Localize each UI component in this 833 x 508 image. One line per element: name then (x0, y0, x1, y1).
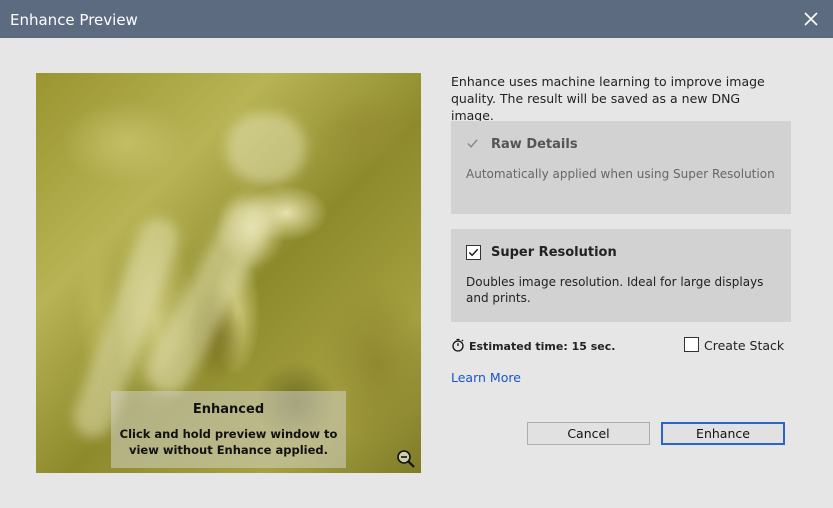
close-icon[interactable] (801, 9, 821, 29)
raw-details-text: Automatically applied when using Super R… (466, 167, 775, 181)
zoom-out-icon[interactable] (396, 449, 416, 469)
super-resolution-label[interactable]: Super Resolution (491, 245, 617, 260)
create-stack-checkbox[interactable] (684, 337, 699, 352)
preview-highlight (226, 113, 306, 183)
raw-details-label: Raw Details (491, 137, 578, 152)
window-title: Enhance Preview (10, 11, 138, 29)
super-resolution-panel: Super Resolution Doubles image resolutio… (451, 229, 791, 322)
super-resolution-text: Doubles image resolution. Ideal for larg… (466, 275, 764, 305)
overlay-title: Enhanced (192, 402, 265, 417)
enhance-button[interactable]: Enhance (661, 422, 785, 445)
raw-details-panel: Raw Details Automatically applied when u… (451, 121, 791, 214)
stopwatch-icon (452, 338, 464, 352)
create-stack-label[interactable]: Create Stack (704, 338, 784, 353)
overlay-text: Click and hold preview window to view wi… (119, 427, 338, 457)
estimated-time: Estimated time: 15 sec. (469, 340, 616, 353)
super-resolution-checkbox[interactable] (466, 245, 481, 260)
raw-details-checkbox (467, 139, 478, 148)
preview-overlay: Enhanced Click and hold preview window t… (111, 391, 346, 468)
preview-image[interactable]: Enhanced Click and hold preview window t… (36, 73, 421, 473)
enhance-description: Enhance uses machine learning to improve… (451, 74, 765, 123)
cancel-button[interactable]: Cancel (527, 422, 650, 445)
title-bar: Enhance Preview (0, 0, 833, 38)
learn-more-link[interactable]: Learn More (451, 370, 521, 385)
